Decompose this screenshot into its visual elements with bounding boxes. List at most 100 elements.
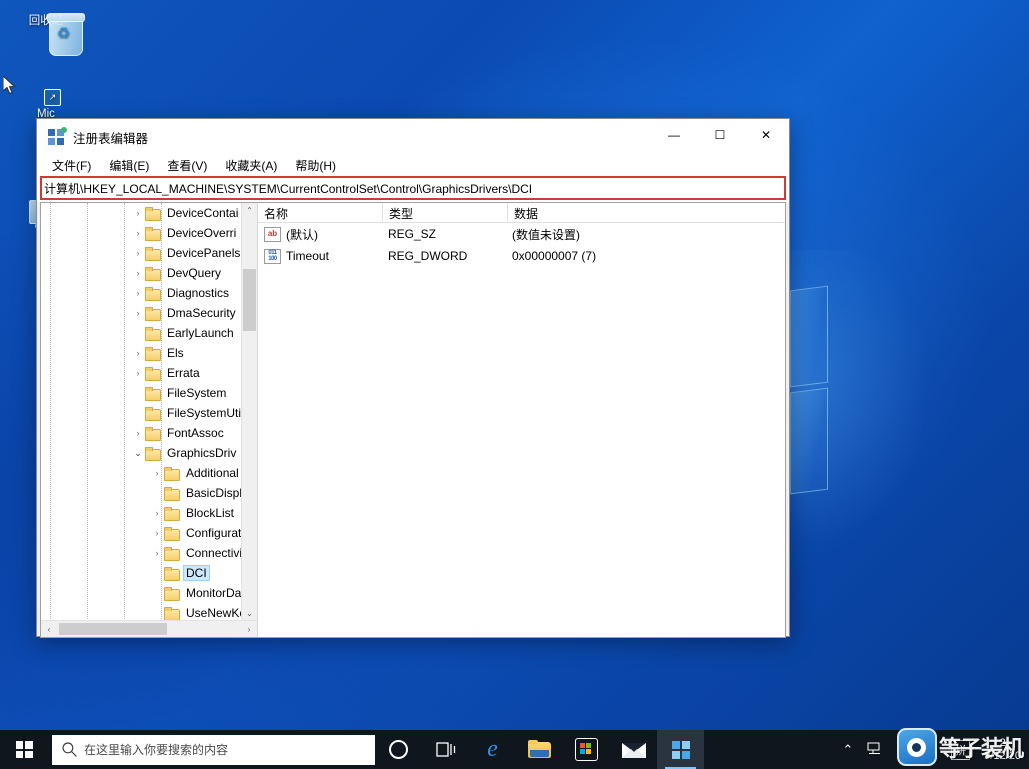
chevron-right-icon[interactable]: › [131, 228, 145, 238]
registry-tree[interactable]: › DeviceContai › DeviceOverri › DevicePanels ›… [41, 203, 242, 621]
tree-item[interactable]: › DevQuery [41, 263, 242, 283]
chevron-right-icon[interactable]: › [131, 308, 145, 318]
tree-hscrollbar-thumb[interactable] [59, 623, 167, 635]
start-button[interactable] [0, 730, 48, 769]
value-row[interactable]: ab (默认) REG_SZ (数值未设置) [258, 223, 785, 245]
chevron-down-icon[interactable]: ⌄ [131, 448, 145, 459]
tree-item[interactable]: › Connectivi [41, 543, 242, 563]
tree-item[interactable]: FileSystem [41, 383, 242, 403]
tree-item[interactable]: › DmaSecurity [41, 303, 242, 323]
chevron-right-icon[interactable]: › [131, 248, 145, 258]
minimize-button[interactable]: — [651, 119, 697, 150]
wallpaper-window-pane-bottom [790, 387, 828, 495]
tree-item[interactable]: FileSystemUti [41, 403, 242, 423]
taskbar-search-box[interactable]: 在这里输入你要搜索的内容 [52, 734, 375, 765]
menu-file[interactable]: 文件(F) [43, 155, 100, 176]
tree-item[interactable]: › BlockList [41, 503, 242, 523]
maximize-button[interactable]: ☐ [697, 119, 743, 150]
chevron-right-icon[interactable]: › [131, 268, 145, 278]
tree-item[interactable]: › Additional [41, 463, 242, 483]
folder-icon [164, 546, 180, 561]
folder-icon [164, 486, 180, 501]
tree-item[interactable]: › Els [41, 343, 242, 363]
folder-icon [164, 566, 180, 581]
menu-edit[interactable]: 编辑(E) [100, 155, 158, 176]
system-tray: ⌃ 中 拼 2 9/12/20 [835, 730, 1029, 769]
tree-item[interactable]: ⌄ GraphicsDriv [41, 443, 242, 463]
value-type: REG_DWORD [388, 249, 468, 263]
taskbar-microsoft-store-button[interactable] [563, 730, 610, 769]
tree-item[interactable]: MonitorDa [41, 583, 242, 603]
taskbar-registry-editor-button[interactable] [657, 730, 704, 769]
tree-scroll-right-button[interactable]: › [241, 625, 257, 634]
tray-volume-icon[interactable] [889, 742, 918, 758]
taskbar-cortana-button[interactable] [375, 730, 422, 769]
tray-network-icon[interactable] [860, 742, 889, 758]
tree-vertical-scrollbar[interactable]: ⌃ ⌄ [241, 203, 257, 621]
tree-item[interactable]: › Diagnostics [41, 283, 242, 303]
address-bar-text: 计算机\HKEY_LOCAL_MACHINE\SYSTEM\CurrentCon… [44, 181, 533, 196]
tree-item[interactable]: DCI [41, 563, 242, 583]
tree-item[interactable]: EarlyLaunch [41, 323, 242, 343]
tree-item[interactable]: › DeviceContai [41, 203, 242, 223]
chevron-right-icon[interactable]: › [150, 468, 164, 478]
clock-date: 9/12/20 [984, 749, 1021, 762]
chevron-right-icon[interactable]: › [150, 508, 164, 518]
taskbar-internet-explorer-button[interactable]: e [469, 730, 516, 769]
tray-chevron-icon[interactable]: ⌃ [835, 742, 860, 758]
tree-scrollbar-thumb[interactable] [243, 269, 256, 331]
wallpaper-window-pane-top [790, 285, 828, 388]
column-header-type[interactable]: 类型 [383, 203, 508, 222]
tray-ime-pinyin[interactable]: 拼 [951, 739, 971, 760]
taskbar-task-view-button[interactable] [422, 730, 469, 769]
tree-item[interactable]: › Errata [41, 363, 242, 383]
folder-icon [164, 466, 180, 481]
registry-values-pane[interactable]: 名称 类型 数据 ab (默认) REG_SZ (数值未设置) 011 100 Timeou… [258, 203, 785, 637]
folder-icon [164, 606, 180, 621]
tree-item[interactable]: UseNewKe [41, 603, 242, 621]
taskbar-clock[interactable]: 2 9/12/20 [976, 737, 1029, 763]
chevron-right-icon[interactable]: › [150, 528, 164, 538]
tree-scroll-left-button[interactable]: ‹ [41, 625, 57, 634]
menu-favorites[interactable]: 收藏夹(A) [216, 155, 286, 176]
menu-help[interactable]: 帮助(H) [286, 155, 345, 176]
mail-icon [621, 742, 646, 758]
value-row[interactable]: 011 100 Timeout REG_DWORD 0x00000007 (7) [258, 245, 785, 267]
folder-icon [164, 526, 180, 541]
tree-item[interactable]: › FontAssoc [41, 423, 242, 443]
menu-view[interactable]: 查看(V) [158, 155, 216, 176]
folder-icon [145, 246, 161, 261]
column-header-name[interactable]: 名称 [258, 203, 383, 222]
reg-sz-icon: ab [264, 226, 281, 242]
chevron-right-icon[interactable]: › [131, 428, 145, 438]
column-header-data[interactable]: 数据 [508, 203, 785, 222]
address-bar[interactable]: 计算机\HKEY_LOCAL_MACHINE\SYSTEM\CurrentCon… [40, 176, 786, 200]
window-body: › DeviceContai › DeviceOverri › DevicePanels ›… [40, 202, 786, 638]
window-titlebar[interactable]: 注册表编辑器 — ☐ ✕ [37, 119, 789, 155]
chevron-right-icon[interactable]: › [131, 348, 145, 358]
value-name: (默认) [286, 227, 318, 242]
chevron-right-icon[interactable]: › [150, 548, 164, 558]
tree-scroll-up-button[interactable]: ⌃ [242, 203, 257, 218]
internet-explorer-icon: e [487, 736, 498, 762]
taskbar-mail-button[interactable] [610, 730, 657, 769]
tray-ime-mode[interactable]: 中 [918, 740, 945, 759]
tree-item-label: FileSystemUti [167, 406, 242, 420]
tree-item[interactable]: › DevicePanels [41, 243, 242, 263]
tree-item-label: DeviceContai [167, 206, 239, 220]
tree-item[interactable]: BasicDispl [41, 483, 242, 503]
taskbar-file-explorer-button[interactable] [516, 730, 563, 769]
cortana-icon [389, 740, 408, 759]
tree-item[interactable]: › Configurat [41, 523, 242, 543]
tree-scroll-down-button[interactable]: ⌄ [242, 606, 257, 621]
tree-item[interactable]: › DeviceOverri [41, 223, 242, 243]
desktop-icon-recycle-bin[interactable]: ♻ 回收站 [8, 12, 84, 41]
chevron-right-icon[interactable]: › [131, 288, 145, 298]
tree-horizontal-scrollbar[interactable]: ‹ › [41, 620, 257, 637]
chevron-right-icon[interactable]: › [131, 368, 145, 378]
tree-item-label: DevQuery [167, 266, 222, 280]
close-button[interactable]: ✕ [743, 119, 789, 150]
menu-bar: 文件(F) 编辑(E) 查看(V) 收藏夹(A) 帮助(H) [37, 155, 789, 176]
tree-item-label: DeviceOverri [167, 226, 237, 240]
chevron-right-icon[interactable]: › [131, 208, 145, 218]
